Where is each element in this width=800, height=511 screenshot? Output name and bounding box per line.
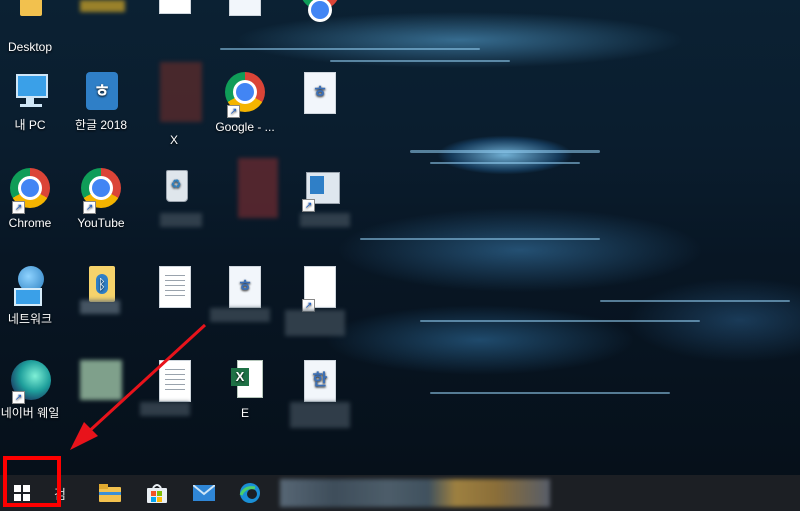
blurred-taskbar-apps — [280, 479, 550, 507]
start-button-highlight — [3, 456, 61, 507]
red-annotation-arrow — [70, 323, 207, 450]
edge-icon — [239, 483, 260, 503]
mail-button[interactable] — [182, 475, 226, 511]
store-button[interactable] — [135, 475, 179, 511]
folder-icon — [99, 484, 121, 502]
mail-icon — [193, 485, 215, 501]
store-icon — [147, 484, 167, 503]
taskbar: 검 — [0, 475, 800, 511]
file-explorer-button[interactable] — [88, 475, 132, 511]
edge-button[interactable] — [228, 475, 272, 511]
